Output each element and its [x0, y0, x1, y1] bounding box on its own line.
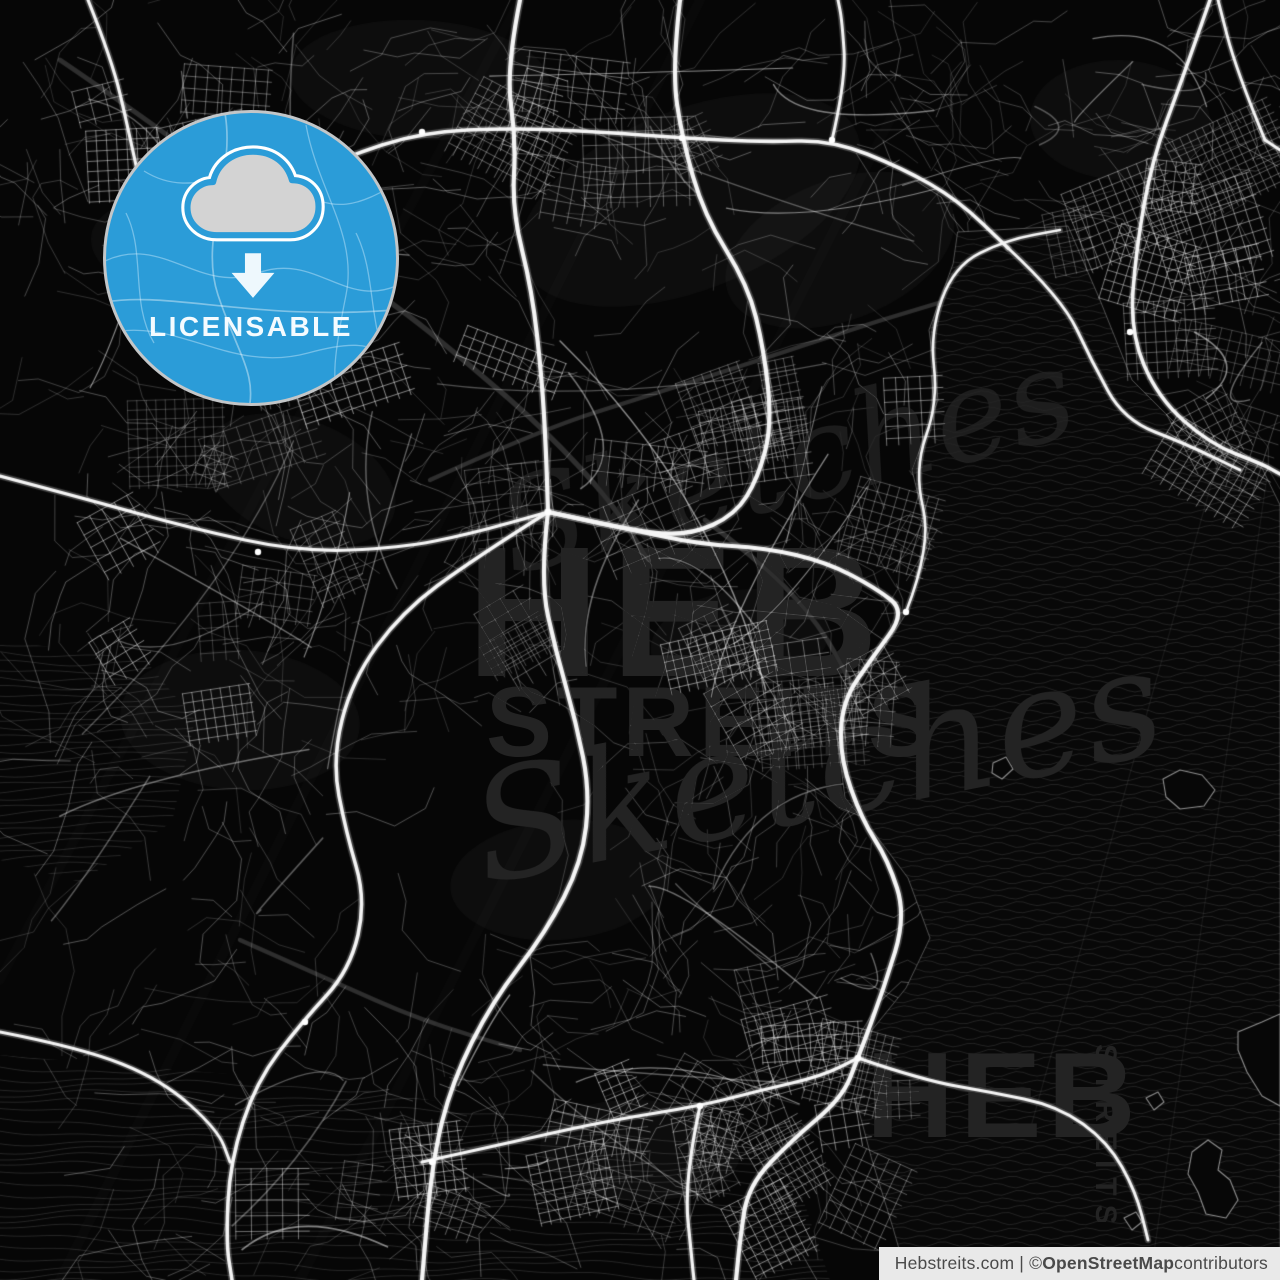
attribution-bar: Hebstreits.com | © OpenStreetMap contrib… [879, 1247, 1280, 1280]
licensable-badge: LICENSABLE [103, 110, 399, 406]
attribution-suffix: contributors [1174, 1253, 1268, 1274]
attribution-brand: OpenStreetMap [1042, 1253, 1174, 1274]
map-poster: Sketches HEB STREITS Sketches HEB STREIT… [0, 0, 1280, 1280]
badge-label: LICENSABLE [106, 311, 396, 343]
download-arrow-icon [228, 253, 278, 300]
cloud-download-icon [177, 139, 329, 263]
attribution-prefix: Hebstreits.com | © [895, 1253, 1042, 1274]
